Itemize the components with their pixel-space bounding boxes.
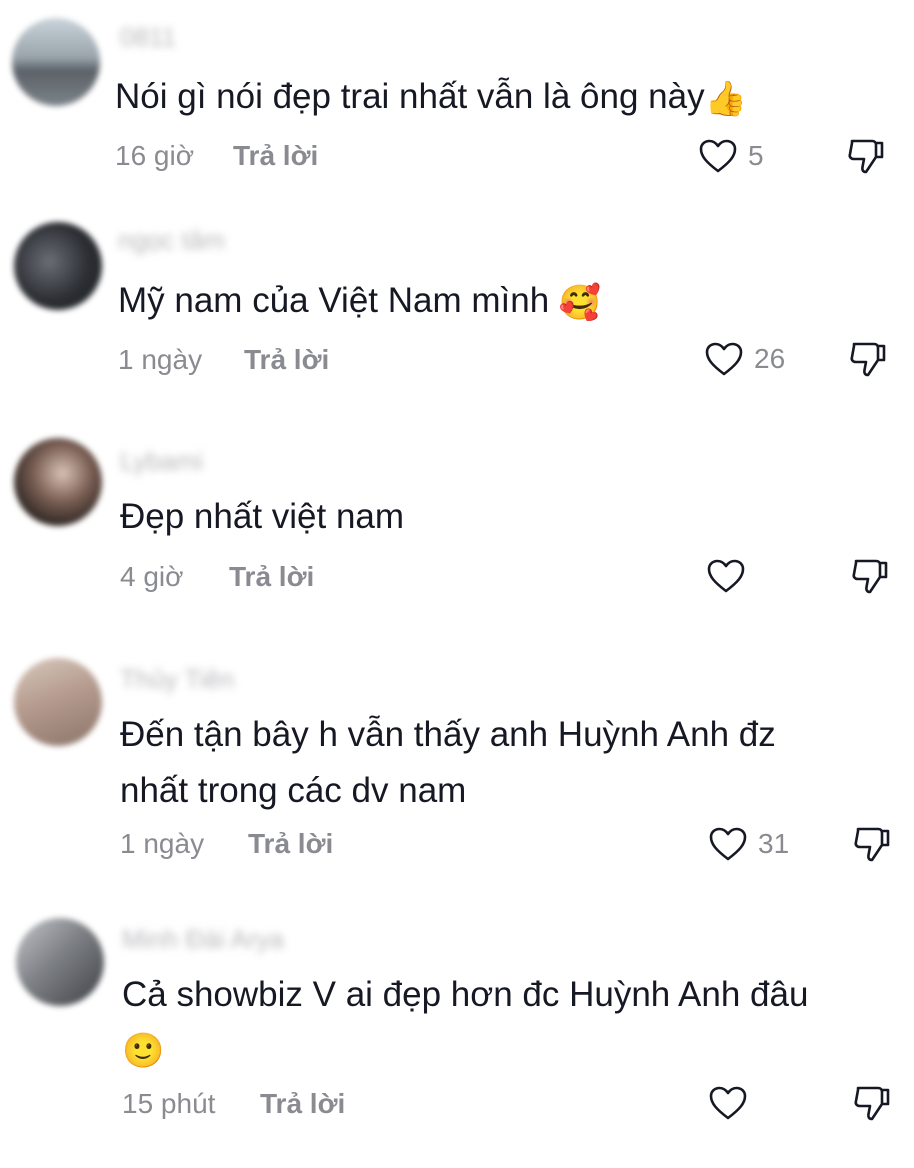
comment-time: 1 ngày xyxy=(120,828,205,859)
heart-outline-icon xyxy=(709,827,747,861)
heart-outline-icon xyxy=(709,1086,747,1120)
comment-time: 4 giờ xyxy=(120,561,184,592)
comment-username[interactable]: Lybami xyxy=(120,446,203,477)
like-count: 31 xyxy=(758,828,790,859)
comment-text: Đến tận bây h vẫn thấy anh Huỳnh Anh đz … xyxy=(120,710,776,816)
slightly-smiling-face-emoji: 🙂 xyxy=(122,1031,165,1071)
thumbs-up-emoji: 👍 xyxy=(704,79,747,119)
comment-username[interactable]: Minh Đài Arya xyxy=(122,924,284,955)
comment-time: 16 giờ xyxy=(115,140,195,171)
comment-text: Mỹ nam của Việt Nam mình 🥰 xyxy=(118,276,601,328)
avatar[interactable] xyxy=(16,918,104,1006)
like-button[interactable] xyxy=(706,558,746,594)
thumbs-down-outline-icon xyxy=(854,1086,890,1121)
like-button[interactable]: 31 xyxy=(708,826,789,862)
thumbs-down-outline-icon xyxy=(850,342,886,377)
comment-username[interactable]: ngọc tâm xyxy=(118,225,225,256)
like-count: 26 xyxy=(754,343,786,374)
heart-outline-icon xyxy=(699,139,737,173)
comment-time: 1 ngày xyxy=(118,344,203,375)
comment-text-body: Mỹ nam của Việt Nam mình xyxy=(118,281,550,320)
dislike-button[interactable] xyxy=(848,340,888,378)
heart-outline-icon xyxy=(707,559,745,593)
dislike-button[interactable] xyxy=(846,137,886,175)
comment-username[interactable]: Thủy Tiên xyxy=(120,664,234,695)
comment-text-body: Nói gì nói đẹp trai nhất vẫn là ông này xyxy=(115,77,705,116)
reply-button[interactable]: Trả lời xyxy=(233,140,318,172)
thumbs-down-outline-icon xyxy=(854,827,890,862)
like-button[interactable]: 26 xyxy=(704,341,785,377)
avatar[interactable] xyxy=(14,658,102,746)
comment-text: Cả showbiz V ai đẹp hơn đc Huỳnh Anh đâu… xyxy=(122,970,808,1076)
avatar[interactable] xyxy=(12,18,100,106)
comment-time: 15 phút xyxy=(122,1088,216,1119)
dislike-button[interactable] xyxy=(850,557,890,595)
like-button[interactable] xyxy=(708,1085,748,1121)
reply-button[interactable]: Trả lời xyxy=(248,828,333,860)
thumbs-down-outline-icon xyxy=(852,559,888,594)
dislike-button[interactable] xyxy=(852,1084,892,1122)
comment-text-line: Đến tận bây h vẫn thấy anh Huỳnh Anh đz xyxy=(120,715,776,754)
comment-text-line: nhất trong các dv nam xyxy=(120,771,467,810)
smiling-face-hearts-emoji: 🥰 xyxy=(558,283,602,323)
avatar[interactable] xyxy=(14,438,102,526)
comment-text-body: Đẹp nhất việt nam xyxy=(120,497,405,536)
like-count: 5 xyxy=(748,140,764,171)
comment-username[interactable]: 0811 xyxy=(120,22,176,53)
reply-button[interactable]: Trả lời xyxy=(229,561,314,593)
heart-outline-icon xyxy=(705,342,743,376)
comment-text-body: Cả showbiz V ai đẹp hơn đc Huỳnh Anh đâu xyxy=(122,975,809,1014)
reply-button[interactable]: Trả lời xyxy=(244,344,329,376)
thumbs-down-outline-icon xyxy=(848,139,884,174)
dislike-button[interactable] xyxy=(852,825,892,863)
comment-text: Đẹp nhất việt nam xyxy=(120,492,404,542)
comment-text: Nói gì nói đẹp trai nhất vẫn là ông này👍 xyxy=(115,72,747,124)
avatar[interactable] xyxy=(14,222,102,310)
like-button[interactable]: 5 xyxy=(698,138,764,174)
comment-text-line: 🙂 xyxy=(122,1024,808,1076)
reply-button[interactable]: Trả lời xyxy=(260,1088,345,1120)
